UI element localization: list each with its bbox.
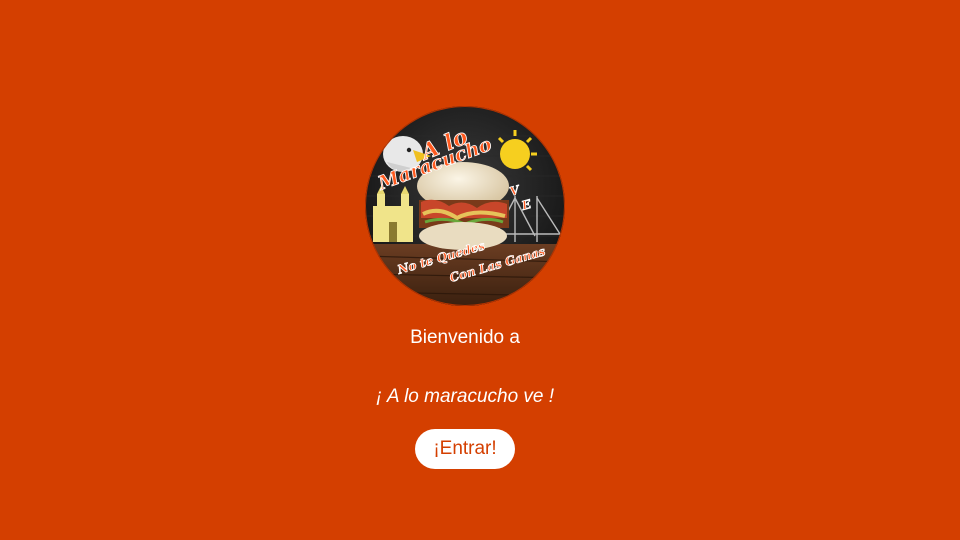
welcome-text: Bienvenido a — [410, 327, 520, 348]
enter-button[interactable]: ¡Entrar! — [415, 429, 515, 469]
landing-screen: A lo Maracucho V E No te Quedes Con Las … — [0, 0, 960, 540]
brand-name: ¡ A lo maracucho ve ! — [375, 386, 555, 407]
brand-logo-icon: A lo Maracucho V E No te Quedes Con Las … — [365, 106, 565, 306]
